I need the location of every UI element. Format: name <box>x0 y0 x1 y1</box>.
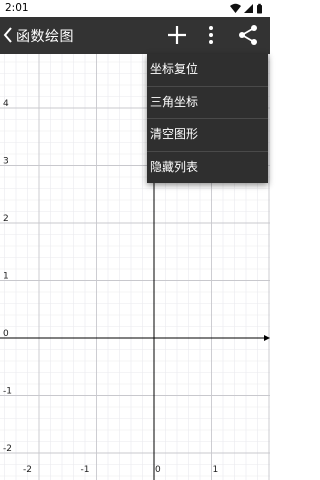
x-tick-label: 1 <box>213 465 219 475</box>
wifi-icon <box>230 3 241 13</box>
back-chevron-icon[interactable] <box>1 23 15 47</box>
y-tick-label: 2 <box>3 214 9 224</box>
signal-icon <box>244 4 253 13</box>
y-tick-label: -2 <box>3 444 12 454</box>
add-icon[interactable] <box>164 22 190 48</box>
y-tick-label: 0 <box>3 329 9 339</box>
overflow-menu: 坐标复位 三角坐标 清空图形 隐藏列表 <box>147 54 268 183</box>
y-tick-label: 1 <box>3 272 9 282</box>
x-tick-label: 0 <box>155 465 161 475</box>
x-tick-label: -2 <box>23 465 32 475</box>
y-tick-label: -1 <box>3 387 12 397</box>
y-tick-label: 4 <box>3 99 9 109</box>
status-icons <box>230 3 262 14</box>
app-bar: 函数绘图 <box>0 17 270 54</box>
menu-item-clear-graphs[interactable]: 清空图形 <box>147 119 268 152</box>
menu-item-hide-list[interactable]: 隐藏列表 <box>147 152 268 184</box>
y-tick-label: 3 <box>3 157 9 167</box>
more-vertical-icon[interactable] <box>198 22 224 48</box>
status-bar: 2:01 <box>0 0 270 17</box>
share-icon[interactable] <box>235 22 261 48</box>
battery-icon <box>257 3 262 14</box>
app-title: 函数绘图 <box>16 29 74 45</box>
status-time: 2:01 <box>5 2 29 14</box>
menu-item-reset-coordinates[interactable]: 坐标复位 <box>147 54 268 87</box>
menu-item-trig-coordinates[interactable]: 三角坐标 <box>147 87 268 119</box>
x-tick-label: -1 <box>81 465 90 475</box>
